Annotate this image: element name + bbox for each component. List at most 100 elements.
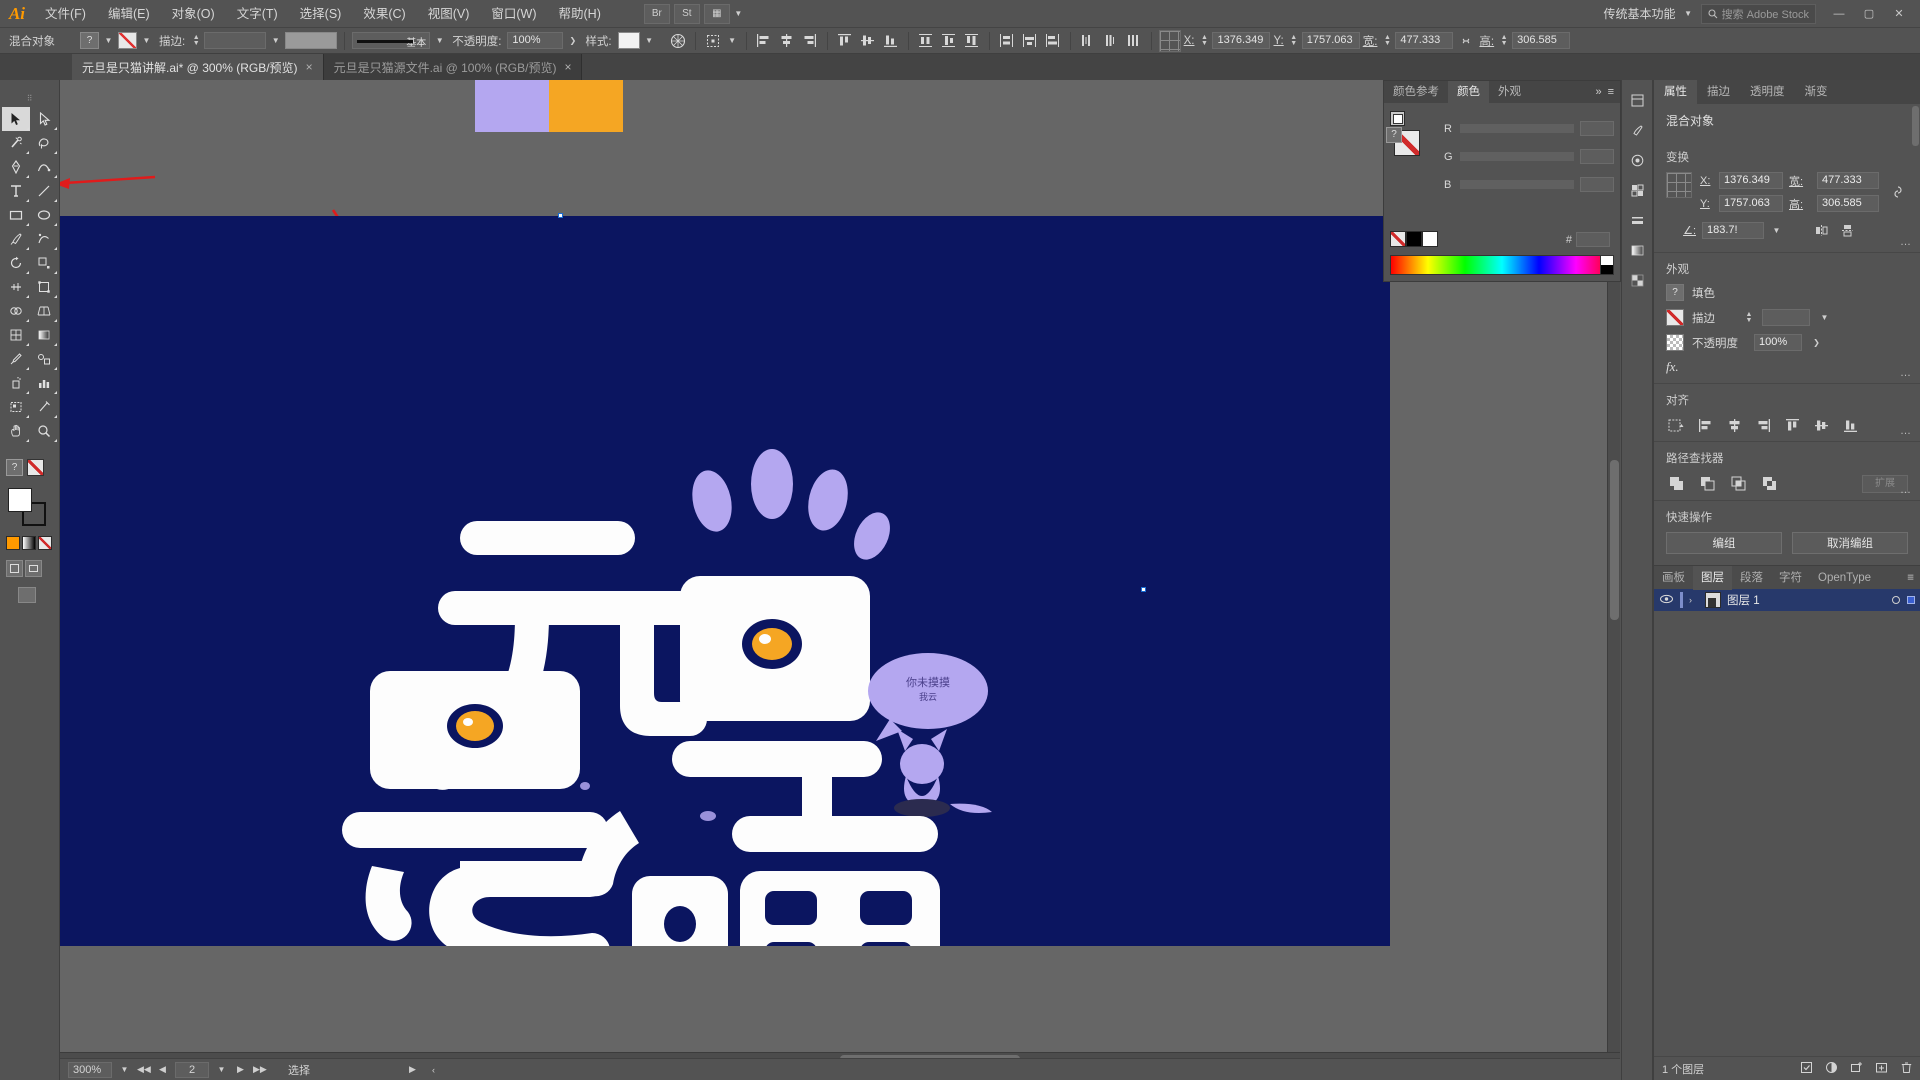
stock-search-input[interactable]: 搜索 Adobe Stock <box>1700 3 1816 24</box>
selection-handle-top[interactable] <box>558 213 563 218</box>
graphic-style-swatch[interactable] <box>617 32 640 49</box>
channel-g-value[interactable] <box>1580 149 1614 164</box>
minimize-icon[interactable]: — <box>1824 1 1854 27</box>
appearance-stroke-chevron-down-icon[interactable]: ▼ <box>1818 309 1831 326</box>
align-left-icon[interactable] <box>1695 415 1715 435</box>
transform-w-input[interactable]: 477.333 <box>1817 172 1879 189</box>
locate-object-icon[interactable] <box>1800 1061 1813 1077</box>
transform-x-input[interactable]: 1376.349 <box>1719 172 1783 189</box>
tab-character[interactable]: 字符 <box>1771 566 1810 590</box>
menu-select[interactable]: 选择(S) <box>289 0 353 28</box>
make-mask-icon[interactable] <box>1825 1061 1838 1077</box>
document-tab-1-close-icon[interactable]: × <box>306 60 313 74</box>
intersect-icon[interactable] <box>1728 473 1749 494</box>
zoom-chevron-down-icon[interactable]: ▼ <box>118 1061 131 1078</box>
stroke-weight-stepper[interactable]: ▲ ▼ <box>191 32 201 49</box>
tab-layers[interactable]: 图层 <box>1693 566 1732 590</box>
tab-gradient[interactable]: 渐变 <box>1795 80 1838 104</box>
appearance-stroke-stepper[interactable]: ▲ ▼ <box>1744 309 1754 326</box>
transform-h-input[interactable]: 306.585 <box>1817 195 1879 212</box>
canvas-vertical-scroll-thumb[interactable] <box>1610 460 1619 620</box>
channel-b-value[interactable] <box>1580 177 1614 192</box>
selection-handle-right[interactable] <box>1141 587 1146 592</box>
menu-object[interactable]: 对象(O) <box>161 0 226 28</box>
document-tab-1[interactable]: 元旦是只猫讲解.ai* @ 300% (RGB/预览) × <box>72 54 324 80</box>
tab-appearance[interactable]: 外观 <box>1489 81 1530 103</box>
artboard-number-input[interactable]: 2 <box>175 1061 209 1078</box>
rectangle-tool[interactable] <box>2 203 30 227</box>
y-stepper[interactable]: ▲ ▼ <box>1289 32 1299 49</box>
line-segment-tool[interactable] <box>30 179 58 203</box>
new-sublayer-icon[interactable] <box>1850 1061 1863 1077</box>
transform-angle-input[interactable]: 183.7! <box>1702 221 1764 239</box>
stroke-style-preview[interactable]: 基本 <box>352 32 431 49</box>
distribute-center-h-icon[interactable] <box>1020 31 1040 51</box>
align-center-v-icon[interactable] <box>858 31 878 51</box>
document-tab-2-close-icon[interactable]: × <box>564 60 571 74</box>
menu-help[interactable]: 帮助(H) <box>548 0 612 28</box>
align-left-icon[interactable] <box>754 31 774 51</box>
tab-color-guide[interactable]: 颜色参考 <box>1384 81 1448 103</box>
first-artboard-button[interactable]: ◀◀ <box>137 1064 151 1075</box>
brushes-icon[interactable] <box>1624 118 1650 142</box>
layer-expand-chevron-icon[interactable]: › <box>1689 595 1699 605</box>
pathfinder-more-options[interactable]: … <box>1900 484 1912 496</box>
change-screen-mode-button[interactable] <box>18 587 36 603</box>
toolbar-grip[interactable]: ⠿ <box>0 94 59 103</box>
align-center-v-icon[interactable] <box>1811 415 1831 435</box>
artboard-chevron-down-icon[interactable]: ▼ <box>215 1061 228 1078</box>
appearance-stroke-input[interactable] <box>1762 309 1810 326</box>
opacity-chevron-icon[interactable]: ❯ <box>566 32 579 49</box>
status-chevron-icon[interactable]: ‹ <box>427 1065 440 1075</box>
close-icon[interactable]: ✕ <box>1884 1 1914 27</box>
menu-file[interactable]: 文件(F) <box>34 0 97 28</box>
swatch-orange[interactable] <box>6 536 20 550</box>
stroke-style-chevron-down-icon[interactable]: ▼ <box>433 32 446 49</box>
fill-stroke-indicator[interactable] <box>8 488 48 528</box>
zoom-level-input[interactable]: 300% <box>68 1061 112 1078</box>
height-input[interactable]: 306.585 <box>1512 32 1571 49</box>
type-tool[interactable] <box>2 179 30 203</box>
arrange-documents-icon[interactable]: ▦ <box>703 3 730 24</box>
y-input[interactable]: 1757.063 <box>1301 32 1360 49</box>
angle-chevron-down-icon[interactable]: ▼ <box>1770 222 1783 239</box>
opacity-input[interactable]: 100% <box>507 32 564 49</box>
stroke-chevron-down-icon[interactable]: ▼ <box>140 32 153 49</box>
no-color-swatch[interactable] <box>27 459 44 476</box>
transform-more-options[interactable]: … <box>1900 236 1912 248</box>
lasso-tool[interactable] <box>30 131 58 155</box>
hex-input[interactable] <box>1576 232 1610 247</box>
transparency-icon[interactable] <box>1624 268 1650 292</box>
status-forward-icon[interactable]: ▶ <box>406 1064 419 1075</box>
rotate-tool[interactable] <box>2 251 30 275</box>
layers-panel-menu-icon[interactable]: ≡ <box>1907 566 1920 589</box>
transform-reference-point[interactable] <box>1158 29 1181 52</box>
symbols-icon[interactable] <box>1624 148 1650 172</box>
appearance-stroke-swatch[interactable] <box>1666 309 1684 326</box>
appearance-opacity-input[interactable]: 100% <box>1754 334 1802 351</box>
minus-front-icon[interactable] <box>1697 473 1718 494</box>
tab-color[interactable]: 颜色 <box>1448 81 1489 103</box>
tab-artboards[interactable]: 画板 <box>1654 566 1693 590</box>
new-layer-icon[interactable] <box>1875 1061 1888 1077</box>
arrange-chevron-down-icon[interactable]: ▼ <box>732 5 745 22</box>
swatch-white-icon[interactable] <box>1422 231 1438 247</box>
channel-g-slider[interactable] <box>1460 152 1574 161</box>
last-artboard-button[interactable]: ▶▶ <box>253 1064 267 1075</box>
swatch-black-icon[interactable] <box>1406 231 1422 247</box>
blend-tool[interactable] <box>30 347 58 371</box>
magic-wand-tool[interactable] <box>2 131 30 155</box>
width-tool[interactable] <box>2 275 30 299</box>
color-channel-b[interactable]: B <box>1444 177 1614 192</box>
prev-artboard-button[interactable]: ◀ <box>156 1064 169 1075</box>
appearance-fill-swatch[interactable]: ? <box>1666 284 1684 301</box>
width-input[interactable]: 477.333 <box>1395 32 1454 49</box>
color-fill-stroke-group[interactable]: ? <box>1386 111 1432 156</box>
menu-effect[interactable]: 效果(C) <box>352 0 416 28</box>
channel-r-slider[interactable] <box>1460 124 1574 133</box>
align-right-icon[interactable] <box>1753 415 1773 435</box>
stroke-icon[interactable] <box>1624 208 1650 232</box>
selection-tool[interactable] <box>2 107 30 131</box>
tab-stroke[interactable]: 描边 <box>1697 80 1740 104</box>
appearance-fx-row[interactable]: fx. <box>1666 359 1908 375</box>
